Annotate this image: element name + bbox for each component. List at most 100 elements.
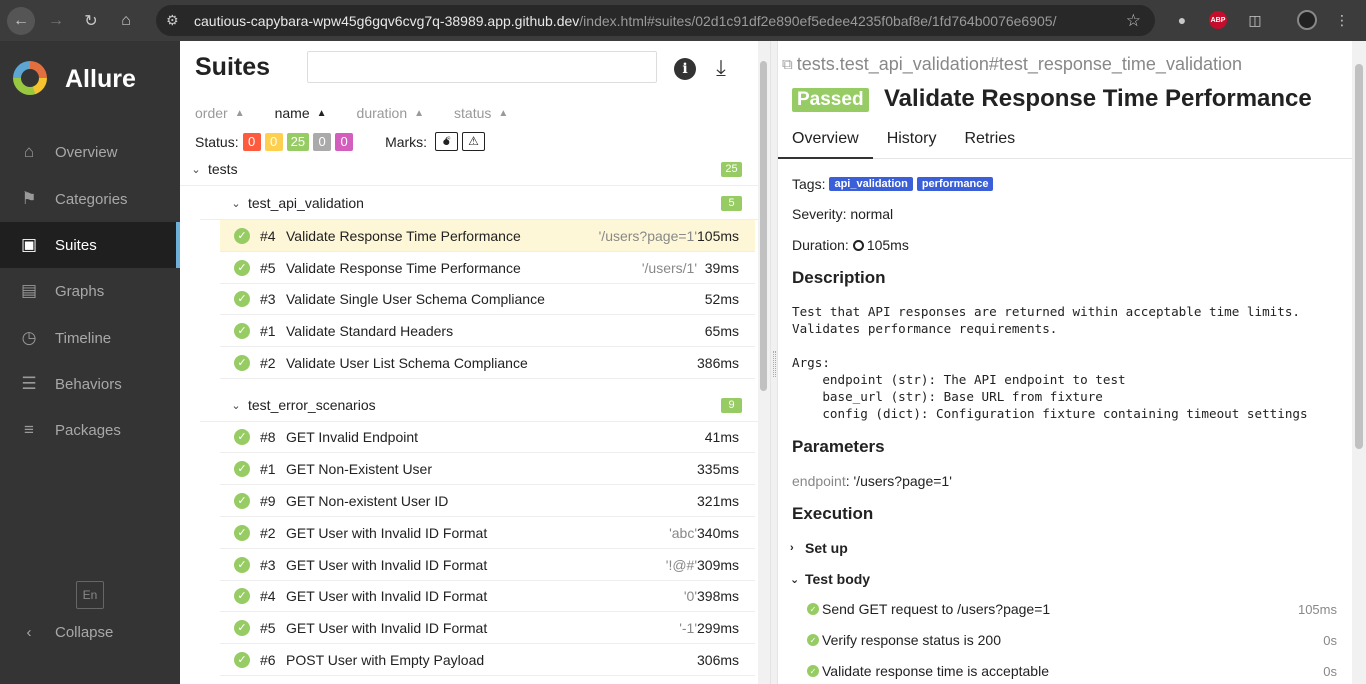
table-row[interactable]: ✓ #2 GET User with Invalid ID Format 'ab… [220,517,755,549]
table-row[interactable]: ✓ #2 Validate User List Schema Complianc… [220,347,755,379]
brand-name[interactable]: Allure [65,65,136,94]
table-row[interactable]: ✓ #3 GET User with Invalid ID Format '!@… [220,549,755,581]
table-row[interactable]: ✓ #4 GET User with Invalid ID Format '0'… [220,580,755,612]
align-left-icon: ≡ [24,420,34,439]
detail-tabs: Overview History Retries [778,125,1352,159]
status-badge: Passed [792,88,869,112]
chevron-down-icon: ⌄ [191,163,201,176]
chevron-down-icon: ⌄ [790,573,800,586]
sidebar-item-overview[interactable]: ⌂ Overview [0,129,180,175]
info-icon[interactable]: i [674,58,696,80]
sidebar-item-label: Graphs [55,282,105,300]
table-row[interactable]: ✓ #3 Validate Single User Schema Complia… [220,283,755,315]
copy-icon[interactable]: ⧉ [782,56,793,73]
status-unknown-count[interactable]: 0 [335,132,354,151]
extension-circle-icon[interactable]: ● [1171,9,1193,31]
passed-check-icon: ✓ [234,587,250,604]
table-row[interactable]: ✓ #5 GET User with Invalid ID Format '-1… [220,612,755,644]
sort-name[interactable]: name ▲︎ [275,105,327,121]
language-button[interactable]: En [76,581,104,609]
detail-scrollbar[interactable] [1352,41,1366,684]
sort-duration[interactable]: duration ▲︎ [357,105,425,121]
status-skipped-count[interactable]: 0 [313,132,332,151]
table-row[interactable]: ✓ #9 GET Non-existent User ID 321ms [220,485,755,517]
sidebar-item-suites[interactable]: ▣ Suites [0,222,180,268]
passed-check-icon: ✓ [234,556,250,573]
back-arrow-icon[interactable]: ← [7,6,35,35]
suites-scrollbar[interactable] [758,41,770,684]
flaky-bomb-icon[interactable]: 💣︎ [435,132,459,151]
search-input[interactable] [307,51,657,83]
step-row[interactable]: ✓ Verify response status is 200 0s [807,632,1337,648]
scrollbar-thumb[interactable] [1355,64,1363,449]
address-bar[interactable]: ⚙ cautious-capybara-wpw45g6gqv6cvg7q-389… [156,5,1155,36]
collapse-label: Collapse [55,623,114,641]
passed-check-icon: ✓ [234,651,250,668]
url-text[interactable]: cautious-capybara-wpw45g6gqv6cvg7q-38989… [194,13,1056,29]
chevron-down-icon: ⌄ [231,399,241,412]
sidebar-item-graphs[interactable]: ▤ Graphs [0,268,180,314]
step-row[interactable]: ✓ Validate response time is acceptable 0… [807,663,1337,679]
extensions-puzzle-icon[interactable]: ◫ [1244,9,1266,31]
sidebar-item-behaviors[interactable]: ☰ Behaviors [0,361,180,407]
reload-icon[interactable]: ↻ [77,7,105,35]
status-label: Status: [195,133,239,150]
test-body-section[interactable]: ⌄ Test body [790,571,870,587]
breadcrumb-text: tests.test_api_validation#test_response_… [796,54,1242,74]
group-name: test_api_validation [248,195,364,211]
tab-overview[interactable]: Overview [778,125,873,159]
scrollbar-thumb[interactable] [760,61,767,391]
sort-order[interactable]: order ▲︎ [195,105,245,121]
passed-check-icon: ✓ [234,619,250,636]
status-filter: Status: 0 0 25 0 0 Marks: 💣︎ ⚠︎ [195,132,486,151]
chevron-down-icon: ⌄ [231,197,241,210]
sort-status[interactable]: status ▲︎ [454,105,508,121]
table-row[interactable]: ✓ #8 GET Invalid Endpoint 41ms [220,421,755,453]
clock-icon: ◷ [21,328,37,347]
briefcase-icon: ▣ [20,235,38,254]
allure-logo[interactable] [13,61,47,95]
tag-badge: performance [916,177,994,191]
profile-avatar[interactable] [1297,10,1317,30]
allure-sidebar: Allure ⌂ Overview ⚑ Categories ▣ Suites … [0,41,180,684]
status-broken-count[interactable]: 0 [264,132,283,151]
tree-group-error-scenarios[interactable]: ⌄ test_error_scenarios 9 [200,389,760,422]
sort-bar: order ▲︎ name ▲︎ duration ▲︎ status ▲︎ [195,105,538,121]
bookmark-star-icon[interactable]: ☆ [1126,11,1141,31]
sidebar-item-label: Categories [55,190,128,208]
setup-section[interactable]: › Set up [790,540,848,556]
passed-check-icon: ✓ [807,634,819,646]
tree-group-api-validation[interactable]: ⌄ test_api_validation 5 [200,187,760,220]
home-icon[interactable]: ⌂ [112,7,140,35]
browser-menu-icon[interactable]: ⋮ [1331,9,1353,31]
status-passed-count[interactable]: 25 [286,132,310,151]
pane-resize-handle[interactable] [770,41,778,684]
group-name: test_error_scenarios [248,397,376,413]
tab-retries[interactable]: Retries [950,125,1029,159]
group-count-badge: 5 [721,195,742,211]
site-settings-icon[interactable]: ⚙ [166,12,186,29]
tree-root-tests[interactable]: ⌄ tests 25 [180,153,760,186]
status-failed-count[interactable]: 0 [242,132,261,151]
sidebar-item-timeline[interactable]: ◷ Timeline [0,315,180,361]
table-row[interactable]: ✓ #6 POST User with Empty Payload 306ms [220,644,755,676]
warning-icon[interactable]: ⚠︎ [462,132,486,151]
table-row[interactable]: ✓ #4 Validate Response Time Performance … [220,220,755,252]
table-row[interactable]: ✓ #5 Validate Response Time Performance … [220,252,755,284]
sidebar-item-categories[interactable]: ⚑ Categories [0,176,180,222]
forward-arrow-icon[interactable]: → [42,7,70,35]
download-icon[interactable]: ⤓ [708,55,734,81]
suites-pane: Suites i ⤓ order ▲︎ name ▲︎ duration ▲︎ sta… [180,41,770,684]
step-row[interactable]: ✓ Send GET request to /users?page=1 105m… [807,601,1337,617]
page-title: Suites [195,53,271,81]
collapse-button[interactable]: ‹ Collapse [0,618,180,646]
test-result-pane: ⧉ tests.test_api_validation#test_respons… [778,41,1352,684]
execution-heading: Execution [792,504,874,523]
table-row[interactable]: ✓ #1 GET Non-Existent User 335ms [220,453,755,485]
sidebar-item-packages[interactable]: ≡ Packages [0,407,180,453]
group-count-badge: 9 [721,397,742,413]
table-row[interactable]: ✓ #1 Validate Standard Headers 65ms [220,315,755,347]
tab-history[interactable]: History [873,125,951,159]
adblock-extension-icon[interactable]: ABP [1209,11,1227,29]
browser-toolbar: ← → ↻ ⌂ ⚙ cautious-capybara-wpw45g6gqv6c… [0,0,1366,41]
